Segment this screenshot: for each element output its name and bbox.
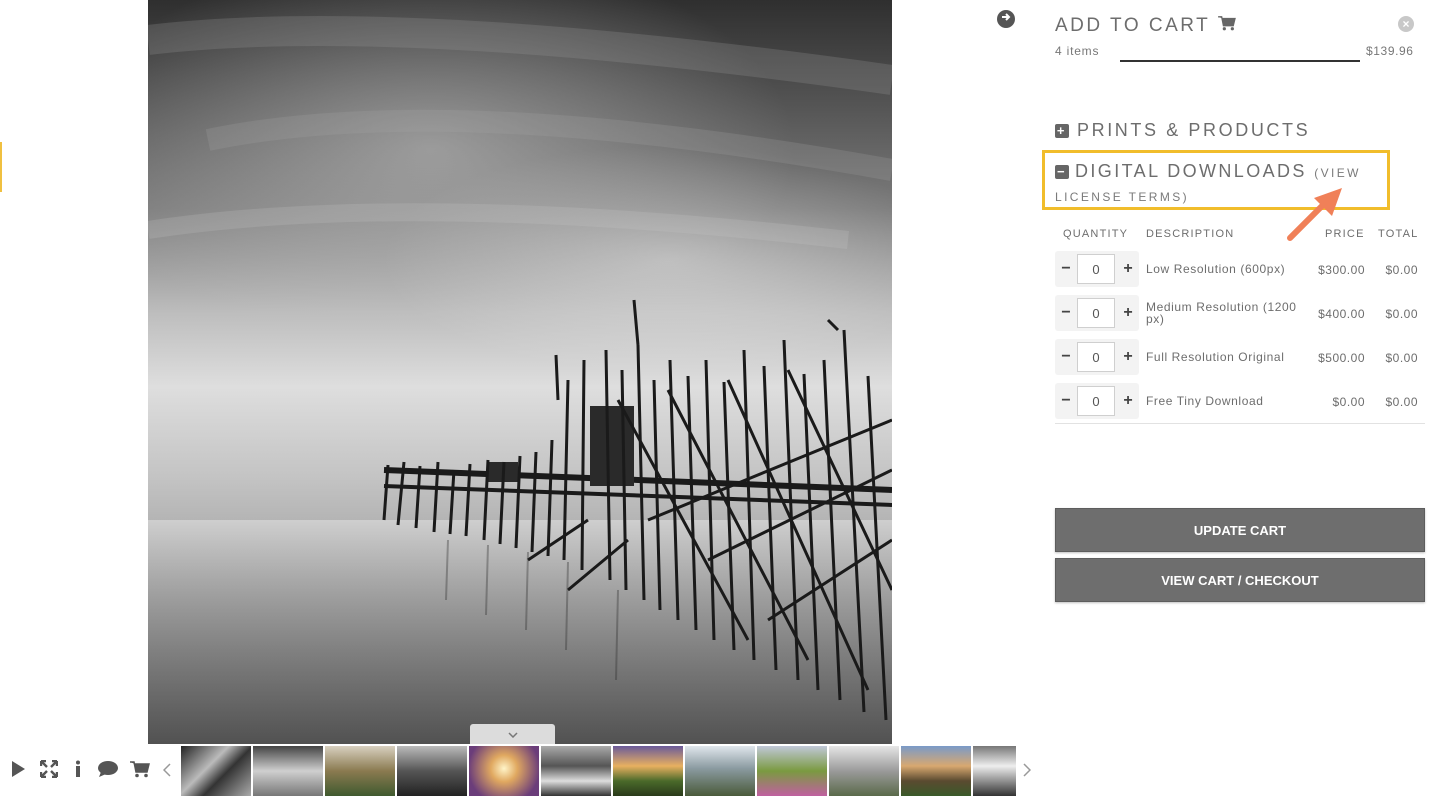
- add-to-cart-heading: ADD TO CART: [1055, 15, 1237, 37]
- thumbnail[interactable]: [613, 746, 683, 796]
- row-description: Low Resolution (600px): [1146, 262, 1286, 276]
- decrement-button[interactable]: −: [1057, 251, 1075, 287]
- pier-illustration: [148, 16, 892, 744]
- increment-button[interactable]: +: [1119, 295, 1137, 331]
- comment-icon: [97, 760, 119, 783]
- plus-square-icon: +: [1055, 122, 1069, 138]
- price-header: PRICE: [1325, 228, 1365, 240]
- info-icon: [74, 760, 82, 783]
- decrement-button[interactable]: −: [1057, 383, 1075, 419]
- edge-highlight: [0, 142, 2, 192]
- row-total: $0.00: [1385, 307, 1418, 321]
- thumbnail[interactable]: [181, 746, 251, 796]
- quantity-stepper: − +: [1055, 383, 1139, 419]
- next-photo-button[interactable]: [997, 10, 1015, 28]
- cart-title-label: ADD TO CART: [1055, 15, 1211, 36]
- thumbnail[interactable]: [973, 746, 1016, 796]
- cart-icon: [130, 760, 150, 783]
- next-arrow-icon: [1000, 10, 1012, 28]
- minus-square-icon: −: [1055, 164, 1069, 179]
- quantity-stepper: − +: [1055, 251, 1139, 287]
- total-header: TOTAL: [1378, 228, 1419, 240]
- thumbnail[interactable]: [757, 746, 827, 796]
- row-total: $0.00: [1385, 395, 1418, 409]
- play-icon: [10, 760, 26, 783]
- chevron-left-icon: [162, 761, 171, 782]
- thumbs-prev-button[interactable]: [160, 760, 174, 782]
- quantity-header: QUANTITY: [1063, 228, 1129, 240]
- row-total: $0.00: [1385, 351, 1418, 365]
- close-icon[interactable]: ×: [1398, 16, 1414, 32]
- quantity-input[interactable]: [1077, 342, 1115, 372]
- table-divider: [1055, 423, 1425, 424]
- increment-button[interactable]: +: [1119, 383, 1137, 419]
- thumbnail[interactable]: [685, 746, 755, 796]
- photo-collapse-toggle[interactable]: [470, 724, 555, 744]
- cart-toolbar-button[interactable]: [128, 760, 152, 782]
- chevron-right-icon: [1023, 761, 1032, 782]
- thumbnail-strip: [181, 746, 1016, 796]
- play-button[interactable]: [8, 760, 28, 782]
- thumbs-next-button[interactable]: [1020, 760, 1034, 782]
- chevron-down-icon: [507, 725, 518, 743]
- main-photo: [148, 0, 892, 744]
- quantity-stepper: − +: [1055, 295, 1139, 331]
- digital-downloads-label: DIGITAL DOWNLOADS: [1075, 161, 1307, 181]
- row-total: $0.00: [1385, 263, 1418, 277]
- thumbnail[interactable]: [469, 746, 539, 796]
- row-description: Medium Resolution (1200px): [1146, 300, 1297, 326]
- thumbnail[interactable]: [901, 746, 971, 796]
- quantity-input[interactable]: [1077, 254, 1115, 284]
- increment-button[interactable]: +: [1119, 339, 1137, 375]
- quantity-stepper: − +: [1055, 339, 1139, 375]
- row-description: Free Tiny Download: [1146, 394, 1264, 408]
- fullscreen-button[interactable]: [38, 759, 60, 783]
- cart-item-count: 4 items: [1055, 44, 1100, 58]
- quantity-input[interactable]: [1077, 386, 1115, 416]
- decrement-button[interactable]: −: [1057, 295, 1075, 331]
- row-price: $400.00: [1318, 307, 1365, 321]
- comments-button[interactable]: [96, 760, 120, 782]
- info-button[interactable]: [70, 760, 86, 782]
- thumbnail[interactable]: [541, 746, 611, 796]
- row-price: $500.00: [1318, 351, 1365, 365]
- fullscreen-icon: [39, 759, 59, 783]
- thumbnail[interactable]: [253, 746, 323, 796]
- increment-button[interactable]: +: [1119, 251, 1137, 287]
- thumbnail[interactable]: [829, 746, 899, 796]
- decrement-button[interactable]: −: [1057, 339, 1075, 375]
- description-header: DESCRIPTION: [1146, 228, 1235, 240]
- row-description: Full Resolution Original: [1146, 350, 1285, 364]
- thumbnail[interactable]: [325, 746, 395, 796]
- row-price: $0.00: [1332, 395, 1365, 409]
- prints-products-label: PRINTS & PRODUCTS: [1077, 120, 1311, 140]
- cart-total: $139.96: [1366, 44, 1414, 58]
- cart-progress-line: [1120, 60, 1360, 62]
- cart-icon: [1218, 15, 1237, 37]
- quantity-input[interactable]: [1077, 298, 1115, 328]
- prints-products-toggle[interactable]: + PRINTS & PRODUCTS: [1055, 120, 1310, 141]
- view-cart-checkout-button[interactable]: VIEW CART / CHECKOUT: [1055, 558, 1425, 602]
- thumbnail[interactable]: [397, 746, 467, 796]
- update-cart-button[interactable]: UPDATE CART: [1055, 508, 1425, 552]
- row-price: $300.00: [1318, 263, 1365, 277]
